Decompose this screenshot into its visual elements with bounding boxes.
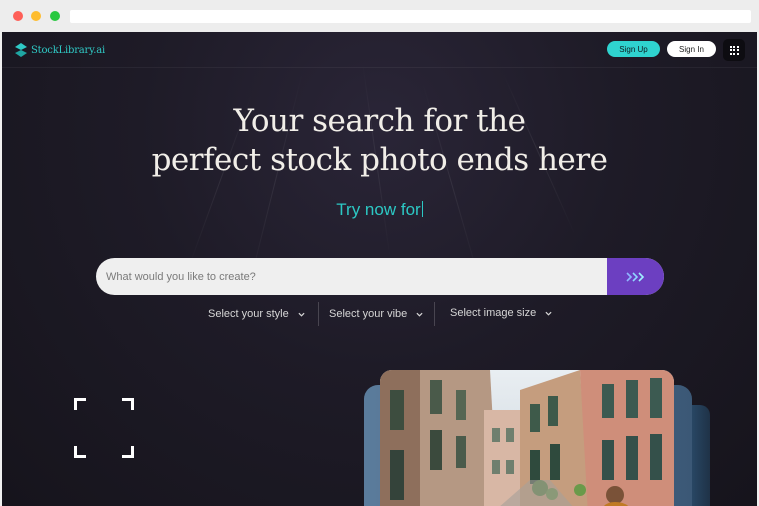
- sign-up-button[interactable]: Sign Up: [607, 41, 660, 57]
- chevron-down-icon: [298, 312, 305, 317]
- image-size-select[interactable]: Select image size: [450, 299, 552, 327]
- chevron-down-icon: [545, 311, 552, 316]
- vibe-select-label: Select your vibe: [329, 308, 408, 320]
- brand-name: StockLibrary.ai: [31, 44, 105, 56]
- search-submit-button[interactable]: [607, 258, 664, 295]
- search-input[interactable]: [96, 258, 607, 295]
- style-select-label: Select your style: [208, 308, 289, 320]
- try-now-label: Try now for: [336, 200, 421, 219]
- address-bar[interactable]: [70, 10, 751, 23]
- filter-divider: [318, 302, 319, 326]
- vibe-select[interactable]: Select your vibe: [329, 300, 423, 328]
- focus-frame-icon: [74, 398, 134, 458]
- filter-selects: Select your style Select your vibe Selec…: [2, 300, 757, 328]
- headline-line-2: perfect stock photo ends here: [151, 142, 608, 178]
- browser-chrome: [0, 0, 759, 32]
- search-bar: [96, 258, 664, 295]
- minimize-window-dot[interactable]: [31, 11, 41, 21]
- chevron-down-icon: [416, 312, 423, 317]
- filter-divider: [434, 302, 435, 326]
- top-nav: StockLibrary.ai Sign Up Sign In: [2, 32, 757, 68]
- maximize-window-dot[interactable]: [50, 11, 60, 21]
- image-size-select-label: Select image size: [450, 307, 537, 319]
- landing-page: StockLibrary.ai Sign Up Sign In Your sea…: [2, 32, 757, 506]
- logo-icon: [15, 43, 27, 57]
- grid-icon[interactable]: [723, 39, 745, 61]
- street-photo[interactable]: [380, 370, 674, 506]
- typing-caret: [421, 201, 423, 217]
- headline-line-1: Your search for the: [233, 103, 526, 139]
- double-chevron-right-icon: [625, 271, 644, 282]
- close-window-dot[interactable]: [13, 11, 23, 21]
- style-select[interactable]: Select your style: [208, 300, 305, 328]
- try-now-text: Try now for: [2, 200, 757, 220]
- brand-logo[interactable]: StockLibrary.ai: [15, 43, 105, 57]
- hero-headline: Your search for the perfect stock photo …: [2, 102, 757, 180]
- sign-in-button[interactable]: Sign In: [667, 41, 716, 57]
